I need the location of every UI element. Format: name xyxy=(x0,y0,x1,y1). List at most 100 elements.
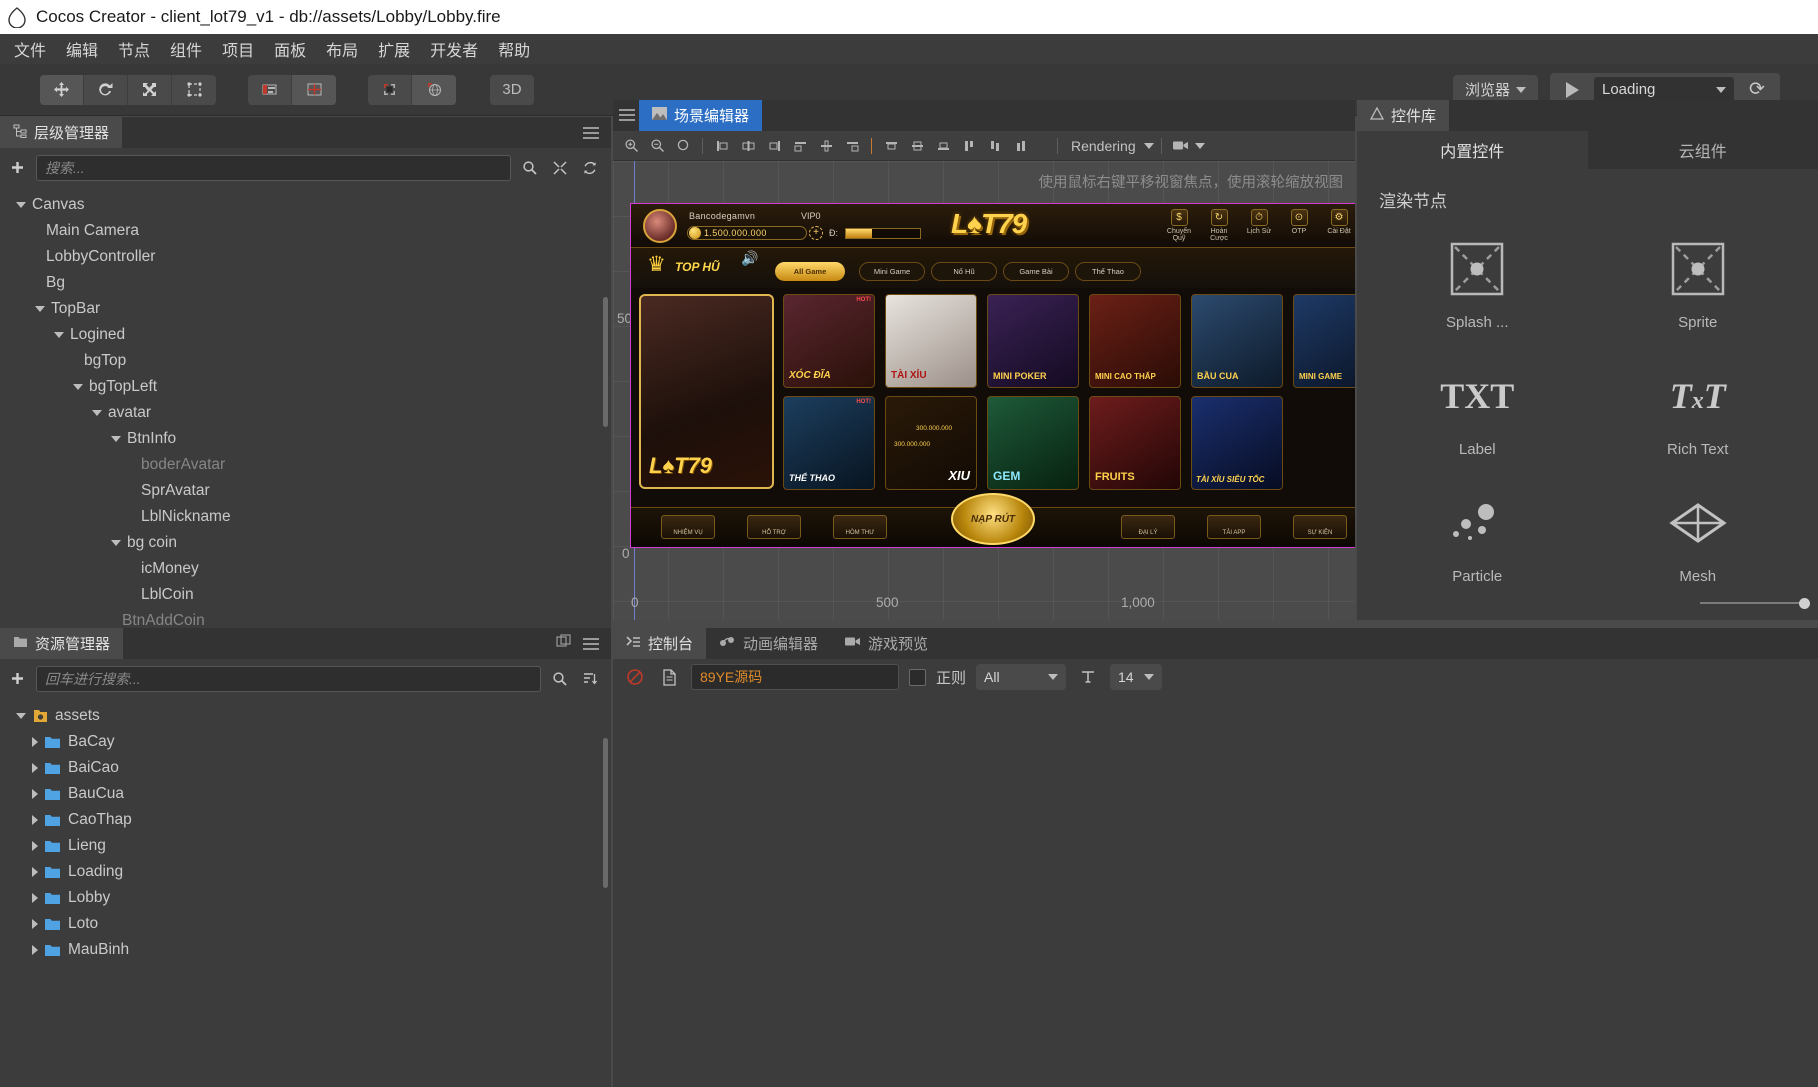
game-card-taixiu[interactable]: TÀI XỈU xyxy=(885,294,977,388)
hierarchy-node[interactable]: LblNickname xyxy=(0,504,611,530)
hierarchy-node[interactable]: bgTop xyxy=(0,348,611,374)
add-node-button[interactable] xyxy=(6,157,28,179)
game-card-fruits[interactable]: FRUITS xyxy=(1089,396,1181,490)
hierarchy-node[interactable]: Logined xyxy=(0,322,611,348)
assets-folder-node[interactable]: BaiCao xyxy=(0,755,611,781)
dist-right-icon[interactable] xyxy=(840,135,864,157)
float-window-icon[interactable] xyxy=(556,634,571,654)
tab-console[interactable]: 控制台 xyxy=(613,628,706,659)
chevron-down-icon[interactable] xyxy=(1144,143,1154,149)
chevron-right-icon[interactable] xyxy=(32,815,38,825)
move-tool[interactable] xyxy=(40,75,84,105)
log-level-select[interactable]: All xyxy=(976,664,1066,690)
menu-panel[interactable]: 面板 xyxy=(264,34,316,64)
game-featured-card[interactable]: L♠T79 xyxy=(639,294,774,489)
tab-game-preview[interactable]: 游戏预览 xyxy=(831,628,941,659)
assets-folder-node[interactable]: Lieng xyxy=(0,833,611,859)
widget-zoom-slider[interactable] xyxy=(1700,596,1810,610)
align-right-icon[interactable] xyxy=(762,135,786,157)
chevron-right-icon[interactable] xyxy=(32,737,38,747)
search-icon[interactable] xyxy=(549,668,571,690)
chevron-down-icon[interactable] xyxy=(1195,143,1205,149)
font-size-icon[interactable] xyxy=(1076,665,1100,689)
tab-animation-editor[interactable]: 动画编辑器 xyxy=(706,628,831,659)
game-bottom-daily[interactable]: ĐẠI LÝ xyxy=(1121,515,1175,539)
align-left-icon[interactable] xyxy=(710,135,734,157)
hamburger-icon[interactable] xyxy=(619,109,635,121)
menu-node[interactable]: 节点 xyxy=(108,34,160,64)
font-size-select[interactable]: 14 xyxy=(1110,664,1162,690)
game-card-thethao[interactable]: THỂ THAO HOT! xyxy=(783,396,875,490)
assets-folder-node[interactable]: Loading xyxy=(0,859,611,885)
assets-folder-node[interactable]: Loto xyxy=(0,911,611,937)
assets-folder-node[interactable]: MauBinh xyxy=(0,937,611,963)
zoom-reset-icon[interactable] xyxy=(671,135,695,157)
chevron-down-icon[interactable] xyxy=(16,713,26,719)
widget-item-mesh[interactable]: Mesh xyxy=(1588,476,1809,603)
camera-icon[interactable] xyxy=(1169,135,1193,157)
game-card-minipoker[interactable]: MINI POKER xyxy=(987,294,1079,388)
hierarchy-node[interactable]: avatar xyxy=(0,400,611,426)
assets-tree[interactable]: assetsBaCayBaiCaoBauCuaCaoThapLiengLoadi… xyxy=(0,699,611,1079)
game-add-coin-button[interactable]: + xyxy=(809,226,823,240)
dimension-toggle-3d[interactable]: 3D xyxy=(490,75,534,105)
rotate-tool[interactable] xyxy=(84,75,128,105)
game-canvas-preview[interactable]: Bancodegamvn VIP0 1.500.000.000 + Đ: L♠T… xyxy=(630,203,1355,548)
zoom-in-icon[interactable] xyxy=(619,135,643,157)
global-gizmo-tool[interactable] xyxy=(412,75,456,105)
menu-component[interactable]: 组件 xyxy=(160,34,212,64)
rect-tool[interactable] xyxy=(172,75,216,105)
pivot-tool[interactable] xyxy=(248,75,292,105)
game-top-icon-3[interactable]: ⊙ OTP xyxy=(1281,209,1317,235)
clear-icon[interactable] xyxy=(623,665,647,689)
hierarchy-node[interactable]: Bg xyxy=(0,270,611,296)
chevron-right-icon[interactable] xyxy=(32,945,38,955)
game-category-thethao[interactable]: Thể Thao xyxy=(1075,262,1141,281)
game-top-icon-0[interactable]: $ Chuyển Quỹ xyxy=(1161,209,1197,242)
hierarchy-search-input[interactable]: 搜索... xyxy=(36,155,511,181)
chevron-down-icon[interactable] xyxy=(35,306,45,312)
tab-cloud-widgets[interactable]: 云组件 xyxy=(1588,131,1818,169)
tab-hierarchy[interactable]: 层级管理器 xyxy=(0,117,122,148)
dist-left-icon[interactable] xyxy=(788,135,812,157)
chevron-right-icon[interactable] xyxy=(32,841,38,851)
game-card-xiu[interactable]: 300.000.000 300.000.000 XIU xyxy=(885,396,977,490)
widget-item-splash[interactable]: Splash ... xyxy=(1367,222,1588,349)
game-top-icon-2[interactable]: ⏱ Lịch Sử xyxy=(1241,209,1277,235)
dist-center-icon[interactable] xyxy=(814,135,838,157)
dist-bottom-icon[interactable] xyxy=(1009,135,1033,157)
node-gizmo-tool[interactable] xyxy=(368,75,412,105)
game-card-minicaothap[interactable]: MINI CAO THẤP xyxy=(1089,294,1181,388)
hierarchy-tree[interactable]: CanvasMain CameraLobbyControllerBgTopBar… xyxy=(0,188,611,628)
chevron-down-icon[interactable] xyxy=(111,540,121,546)
rendering-select-label[interactable]: Rendering xyxy=(1065,138,1142,154)
menu-help[interactable]: 帮助 xyxy=(488,34,540,64)
hierarchy-node[interactable]: BtnAddCoin xyxy=(0,608,611,628)
chevron-down-icon[interactable] xyxy=(73,384,83,390)
console-log-area[interactable] xyxy=(613,695,1818,1087)
regex-checkbox[interactable] xyxy=(909,669,926,686)
hamburger-icon[interactable] xyxy=(583,638,599,650)
game-card-gem[interactable]: GEM xyxy=(987,396,1079,490)
zoom-out-icon[interactable] xyxy=(645,135,669,157)
menu-extension[interactable]: 扩展 xyxy=(368,34,420,64)
game-card-xocdia[interactable]: XÓC ĐĨA HOT! xyxy=(783,294,875,388)
assets-folder-node[interactable]: BaCay xyxy=(0,729,611,755)
game-category-nohu[interactable]: Nổ Hũ xyxy=(931,262,997,281)
widget-item-sprite[interactable]: Sprite xyxy=(1588,222,1809,349)
chevron-down-icon[interactable] xyxy=(92,410,102,416)
assets-folder-node[interactable]: BauCua xyxy=(0,781,611,807)
game-bottom-homthu[interactable]: HÒM THƯ xyxy=(833,515,887,539)
align-middle-icon[interactable] xyxy=(905,135,929,157)
chevron-right-icon[interactable] xyxy=(32,763,38,773)
game-card-baucua[interactable]: BẦU CUA xyxy=(1191,294,1283,388)
menu-project[interactable]: 项目 xyxy=(212,34,264,64)
hierarchy-node[interactable]: LblCoin xyxy=(0,582,611,608)
hierarchy-node[interactable]: icMoney xyxy=(0,556,611,582)
game-card-minigame[interactable]: MINI GAME xyxy=(1293,294,1355,388)
assets-folder-node[interactable]: Lobby xyxy=(0,885,611,911)
file-icon[interactable] xyxy=(657,665,681,689)
chevron-right-icon[interactable] xyxy=(32,919,38,929)
tab-builtin-widgets[interactable]: 内置控件 xyxy=(1357,131,1588,169)
chevron-down-icon[interactable] xyxy=(54,332,64,338)
